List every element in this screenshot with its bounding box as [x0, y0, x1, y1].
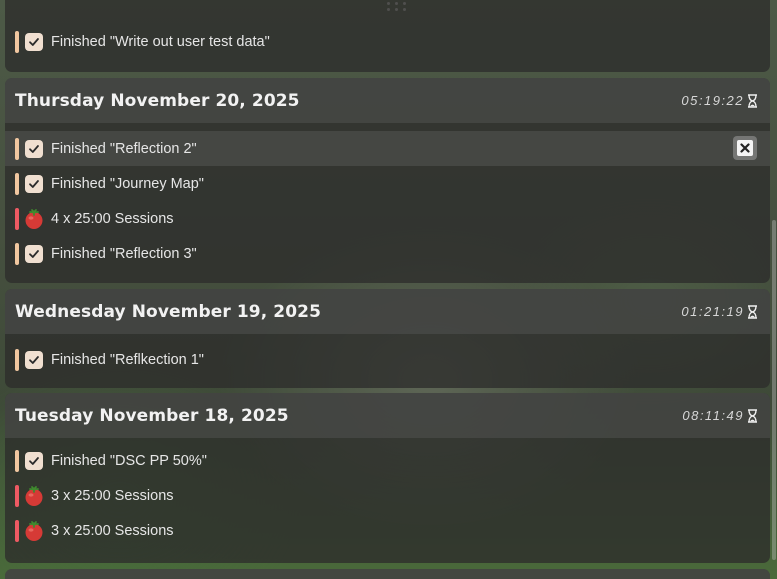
duration-value: 01:21:19 — [681, 304, 744, 319]
list-item[interactable]: Finished "Reflection 3" — [5, 236, 770, 271]
tomato-icon — [25, 520, 43, 541]
task-marker — [15, 172, 19, 195]
checkbox-icon — [25, 174, 43, 193]
tomato-icon — [25, 485, 43, 506]
day-date: Wednesday November 19, 2025 — [15, 301, 321, 322]
task-marker — [15, 137, 19, 160]
day-date: Thursday November 20, 2025 — [15, 90, 300, 111]
entry-text: 3 x 25:00 Sessions — [51, 522, 174, 539]
checkbox-icon — [25, 451, 43, 470]
checkbox-icon — [25, 139, 43, 158]
list-item[interactable]: 3 x 25:00 Sessions — [5, 513, 770, 548]
day-header: Tuesday November 18, 2025 08:11:49 — [5, 393, 770, 438]
day-duration: 01:21:19 — [681, 304, 758, 319]
task-marker — [15, 30, 19, 53]
entry-text: Finished "Reflection 2" — [51, 140, 197, 157]
checkbox-icon — [25, 244, 43, 263]
task-marker — [15, 348, 19, 371]
task-marker — [15, 449, 19, 472]
hourglass-icon — [748, 408, 757, 423]
entry-text: 3 x 25:00 Sessions — [51, 487, 174, 504]
list-item[interactable]: 3 x 25:00 Sessions — [5, 478, 770, 513]
day-duration: 05:19:22 — [681, 93, 758, 108]
duration-value: 05:19:22 — [681, 93, 744, 108]
day-card-partial — [5, 569, 770, 579]
day-header: Wednesday November 19, 2025 01:21:19 — [5, 289, 770, 334]
list-item[interactable]: Finished "Reflection 2" — [5, 131, 770, 166]
tomato-icon — [25, 208, 43, 229]
hourglass-icon — [748, 93, 757, 108]
day-card-partial: Finished "Write out user test data" — [5, 0, 770, 72]
day-duration: 08:11:49 — [682, 408, 758, 423]
list-item[interactable]: Finished "Journey Map" — [5, 166, 770, 201]
list-item[interactable]: Finished "Reflkection 1" — [5, 342, 770, 377]
entry-text: 4 x 25:00 Sessions — [51, 210, 174, 227]
pomodoro-marker — [15, 519, 19, 542]
pomodoro-marker — [15, 484, 19, 507]
entry-text: Finished "Write out user test data" — [51, 33, 270, 50]
entry-text: Finished "Journey Map" — [51, 175, 204, 192]
day-header — [5, 569, 770, 579]
day-header: Thursday November 20, 2025 05:19:22 — [5, 78, 770, 123]
checkbox-icon — [25, 32, 43, 51]
day-card: Wednesday November 19, 2025 01:21:19 Fin… — [5, 289, 770, 388]
entry-text: Finished "Reflection 3" — [51, 245, 197, 262]
day-card: Thursday November 20, 2025 05:19:22 Fini… — [5, 78, 770, 283]
scrollbar[interactable] — [772, 220, 776, 560]
hourglass-icon — [748, 304, 757, 319]
list-item[interactable]: 4 x 25:00 Sessions — [5, 201, 770, 236]
list-item[interactable]: Finished "DSC PP 50%" — [5, 443, 770, 478]
pomodoro-marker — [15, 207, 19, 230]
list-item: Finished "Write out user test data" — [5, 24, 770, 59]
day-card: Tuesday November 18, 2025 08:11:49 Finis… — [5, 393, 770, 563]
entry-text: Finished "DSC PP 50%" — [51, 452, 207, 469]
duration-value: 08:11:49 — [682, 408, 744, 423]
delete-entry-button[interactable] — [733, 136, 757, 160]
day-date: Tuesday November 18, 2025 — [15, 405, 289, 426]
checkbox-icon — [25, 350, 43, 369]
entry-text: Finished "Reflkection 1" — [51, 351, 204, 368]
task-marker — [15, 242, 19, 265]
close-icon — [737, 140, 753, 156]
